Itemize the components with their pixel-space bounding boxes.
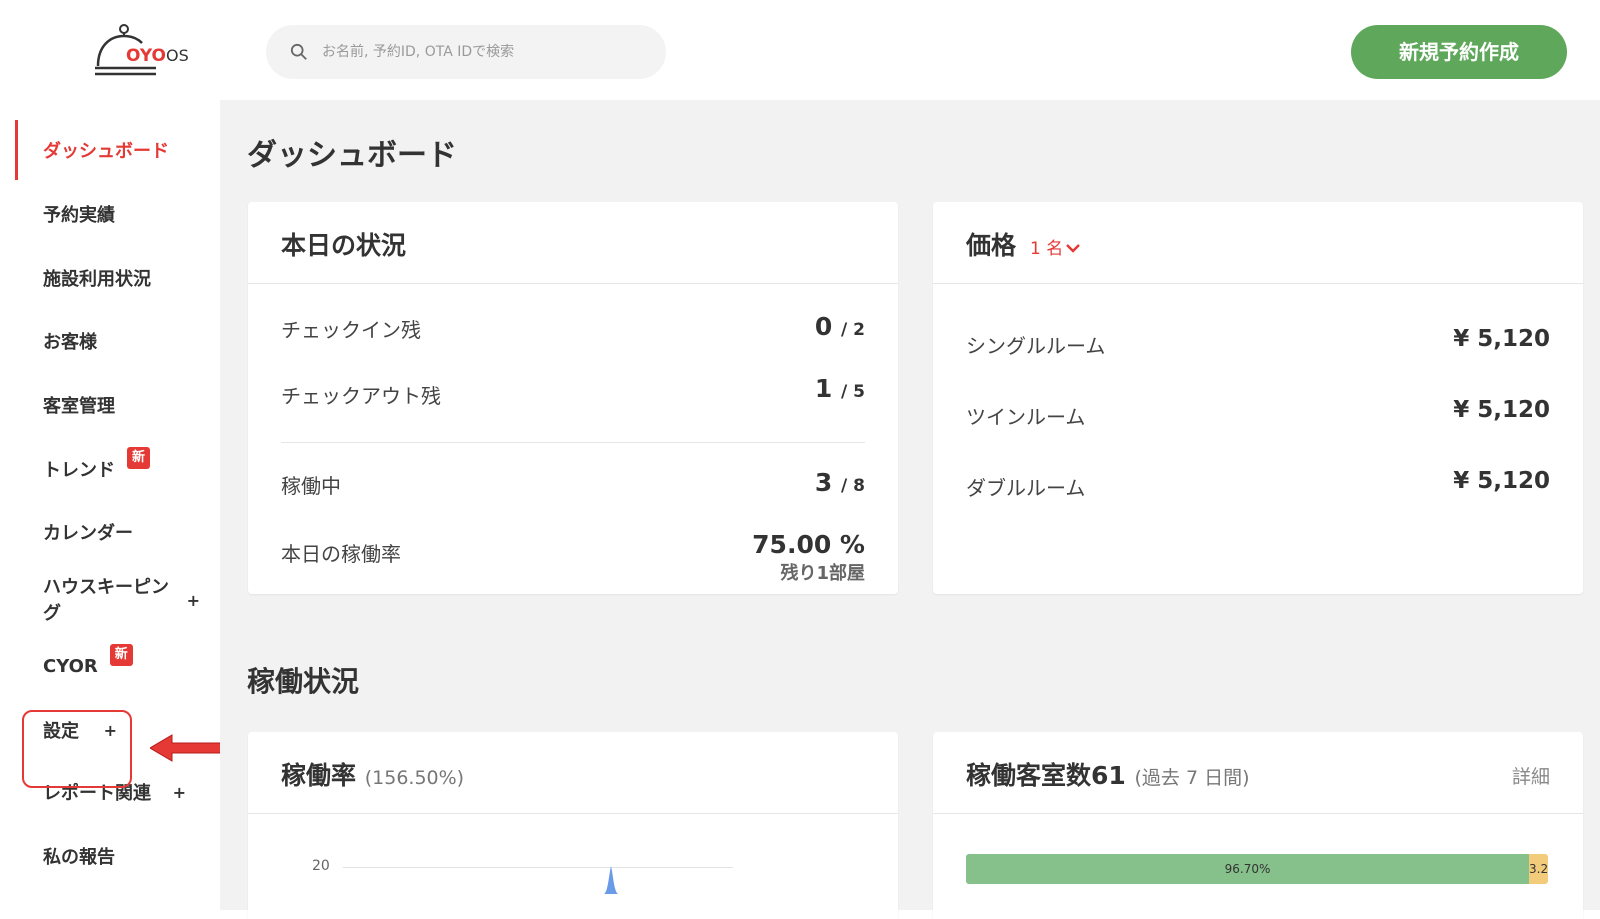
sidebar-item-reservations[interactable]: 予約実績	[15, 184, 220, 244]
search-icon	[290, 43, 307, 60]
axis-tick-label: 20	[312, 858, 330, 874]
rooms-remaining-note: 残り1部屋	[780, 563, 865, 584]
search-bar[interactable]	[266, 25, 666, 79]
sidebar-item-label: 私の報告	[43, 847, 115, 868]
sidebar-item-guests[interactable]: お客様	[15, 311, 220, 371]
bar-segment: 96.70%	[966, 854, 1529, 884]
checkin-value: 0 / 2	[814, 312, 865, 341]
checkout-value: 1 / 5	[814, 374, 865, 403]
sidebar-item-label: 予約実績	[43, 205, 115, 226]
sidebar-item-label: お客様	[43, 332, 97, 353]
chevron-down-icon	[1066, 244, 1081, 253]
card-title: 本日の状況	[281, 231, 407, 260]
occupancy-rate-value: 75.00 %	[752, 530, 865, 559]
search-input[interactable]	[322, 35, 642, 69]
price-row-label: シングルルーム	[966, 334, 1106, 358]
sidebar-item-label: ハウスキーピン グ	[43, 577, 169, 624]
sidebar-item-trends[interactable]: トレンド 新	[15, 439, 220, 499]
sidebar-item-label: トレンド	[43, 460, 115, 481]
occupancy-rate-label: 本日の稼働率	[281, 542, 401, 566]
occupied-label: 稼働中	[281, 474, 341, 498]
guest-count-dropdown[interactable]: 1 名	[1030, 239, 1081, 259]
page-title: ダッシュボード	[247, 138, 457, 173]
price-card: 価格 1 名 シングルルーム ¥ 5,120 ツインルーム ¥ 5,120 ダブル…	[933, 202, 1583, 594]
rooms-occupied-card: 稼働客室数61 (過去 7 日間) 詳細 96.70%3.20%	[933, 732, 1583, 919]
price-row-value: ¥ 5,120	[1453, 468, 1550, 494]
checkout-label: チェックアウト残	[281, 384, 441, 408]
divider	[281, 442, 865, 443]
new-booking-button[interactable]: 新規予約作成	[1351, 25, 1567, 79]
sidebar-item-facility-usage[interactable]: 施設利用状況	[15, 248, 220, 308]
logo-suffix: OS	[166, 46, 189, 65]
sidebar-item-calendar[interactable]: カレンダー	[15, 502, 220, 562]
checkin-label: チェックイン残	[281, 318, 421, 342]
price-row-label: ダブルルーム	[966, 476, 1086, 500]
price-row-label: ツインルーム	[966, 405, 1086, 429]
sidebar-item-dashboard[interactable]: ダッシュボード	[15, 120, 220, 180]
sidebar-item-housekeeping[interactable]: ハウスキーピン グ +	[15, 568, 220, 634]
card-subtitle: (過去 7 日間)	[1134, 767, 1250, 789]
logo-brand: OYO	[126, 46, 167, 66]
card-title: 価格 1 名	[966, 226, 1081, 262]
price-row-value: ¥ 5,120	[1453, 326, 1550, 352]
oyo-os-logo[interactable]: OYOOS	[92, 22, 202, 82]
highlight-box	[22, 710, 132, 788]
price-row-value: ¥ 5,120	[1453, 397, 1550, 423]
new-badge: 新	[109, 644, 133, 666]
sidebar-item-label: 客室管理	[43, 396, 115, 417]
expand-plus-icon[interactable]: +	[173, 783, 186, 802]
occupied-value: 3 / 8	[814, 468, 865, 497]
main-content: ダッシュボード 本日の状況 チェックイン残 0 / 2 チェックアウト残 1 /…	[220, 100, 1600, 919]
bar-segment: 3.20%	[1529, 854, 1548, 884]
card-subtitle: (156.50%)	[364, 767, 465, 789]
sidebar-item-label: カレンダー	[43, 523, 133, 544]
card-title: 稼働客室数61 (過去 7 日間)	[966, 761, 1250, 790]
new-badge: 新	[127, 447, 151, 469]
sidebar-item-label: CYOR	[43, 655, 98, 677]
expand-plus-icon[interactable]: +	[187, 588, 200, 614]
detail-link[interactable]: 詳細	[1512, 762, 1550, 789]
occupancy-rate-card: 稼働率 (156.50%) 20	[248, 732, 898, 919]
chart-peak	[604, 866, 618, 894]
sidebar-item-label: ダッシュボード	[43, 141, 169, 162]
sidebar-item-my-reports[interactable]: 私の報告	[15, 826, 220, 886]
today-status-card: 本日の状況 チェックイン残 0 / 2 チェックアウト残 1 / 5 稼働中 3…	[248, 202, 898, 594]
top-header: OYOOS 新規予約作成	[0, 0, 1600, 100]
sidebar-item-room-management[interactable]: 客室管理	[15, 375, 220, 435]
grid-line	[343, 867, 733, 868]
card-title: 稼働率 (156.50%)	[281, 761, 465, 790]
sidebar-nav: ダッシュボード 予約実績 施設利用状況 お客様 客室管理 トレンド 新 カレンダ…	[15, 100, 220, 910]
section-title: 稼働状況	[247, 665, 360, 698]
rooms-stacked-bar: 96.70%3.20%	[966, 854, 1548, 884]
sidebar-item-cyor[interactable]: CYOR 新	[15, 636, 220, 696]
sidebar-item-label: 施設利用状況	[43, 269, 151, 290]
